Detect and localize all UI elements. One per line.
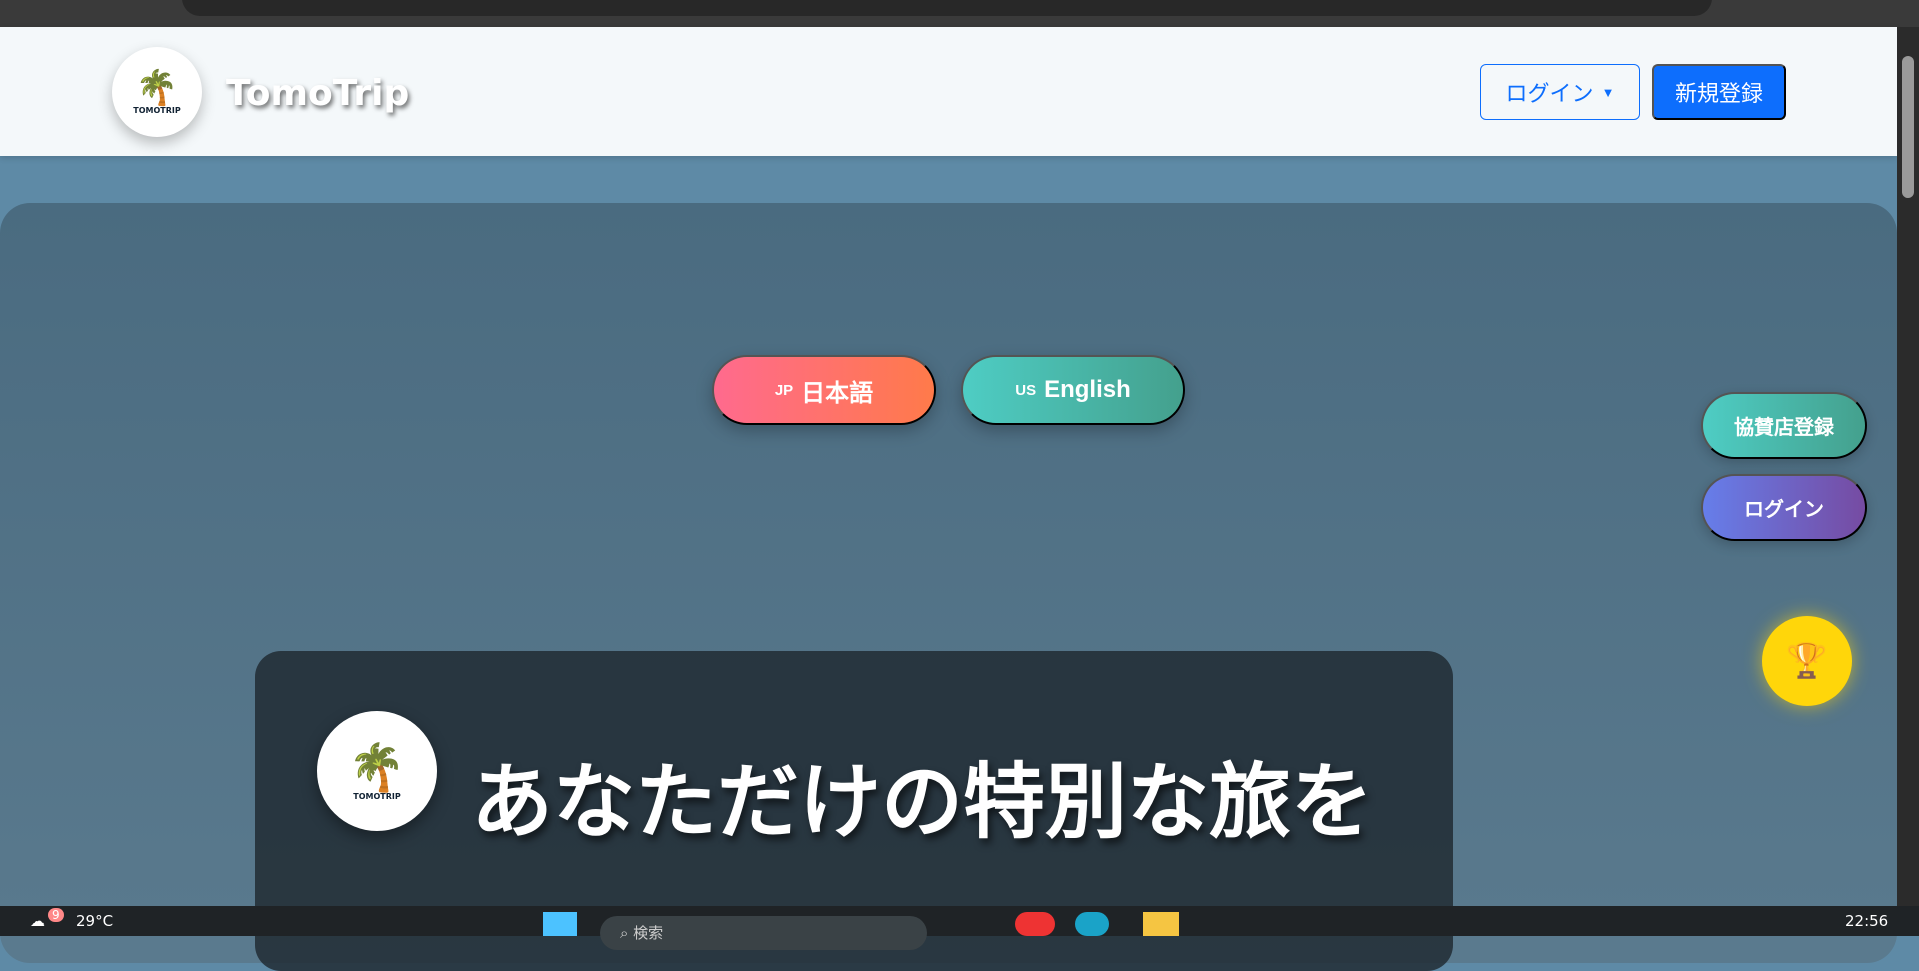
weather-icon[interactable]: ☁ bbox=[30, 912, 45, 930]
logo-text: TOMOTRIP bbox=[353, 791, 401, 801]
edge-icon[interactable] bbox=[1075, 912, 1109, 936]
login-dropdown-button[interactable]: ログイン ▼ bbox=[1480, 64, 1640, 120]
clock: 22:56 bbox=[1845, 912, 1889, 930]
language-english-button[interactable]: US English bbox=[961, 355, 1185, 425]
temperature: 29°C bbox=[76, 912, 114, 930]
hero-title: あなただけの特別な旅を bbox=[471, 755, 1374, 850]
folder-icon[interactable] bbox=[1143, 912, 1179, 936]
register-button[interactable]: 新規登録 bbox=[1652, 64, 1786, 120]
palm-tree-icon: 🌴 bbox=[135, 67, 179, 108]
caret-down-icon: ▼ bbox=[1601, 84, 1615, 100]
search-placeholder: 検索 bbox=[633, 924, 664, 942]
brand-name[interactable]: TomoTrip bbox=[226, 73, 409, 114]
start-icon[interactable] bbox=[543, 912, 577, 936]
jp-label: 日本語 bbox=[801, 379, 874, 407]
browser-chrome bbox=[0, 0, 1919, 27]
sponsor-register-button[interactable]: 協賛店登録 bbox=[1701, 392, 1867, 459]
chrome-icon[interactable] bbox=[1015, 912, 1055, 936]
address-bar[interactable] bbox=[182, 0, 1712, 16]
taskbar-search[interactable]: ⌕ 検索 bbox=[600, 916, 927, 950]
floating-login-button[interactable]: ログイン bbox=[1701, 474, 1867, 541]
login-label: ログイン bbox=[1505, 81, 1594, 106]
trophy-button[interactable]: 🏆 bbox=[1762, 616, 1852, 706]
logo-text: TOMOTRIP bbox=[133, 105, 181, 115]
site-logo[interactable]: 🌴 TOMOTRIP bbox=[112, 47, 202, 137]
jp-flag-icon: JP bbox=[774, 381, 794, 399]
language-japanese-button[interactable]: JP 日本語 bbox=[712, 355, 936, 425]
site-header: 🌴 TOMOTRIP TomoTrip ログイン ▼ 新規登録 bbox=[0, 27, 1897, 156]
en-label: English bbox=[1044, 376, 1131, 403]
weather-badge: 9 bbox=[48, 908, 64, 922]
trophy-icon: 🏆 bbox=[1785, 641, 1829, 681]
palm-tree-icon: 🌴 bbox=[348, 739, 406, 794]
hero-logo: 🌴 TOMOTRIP bbox=[317, 711, 437, 831]
us-flag-icon: US bbox=[1015, 381, 1037, 399]
scrollbar-thumb[interactable] bbox=[1902, 56, 1914, 198]
taskbar: ☁ 9 29°C ⌕ 検索 22:56 bbox=[0, 906, 1919, 950]
